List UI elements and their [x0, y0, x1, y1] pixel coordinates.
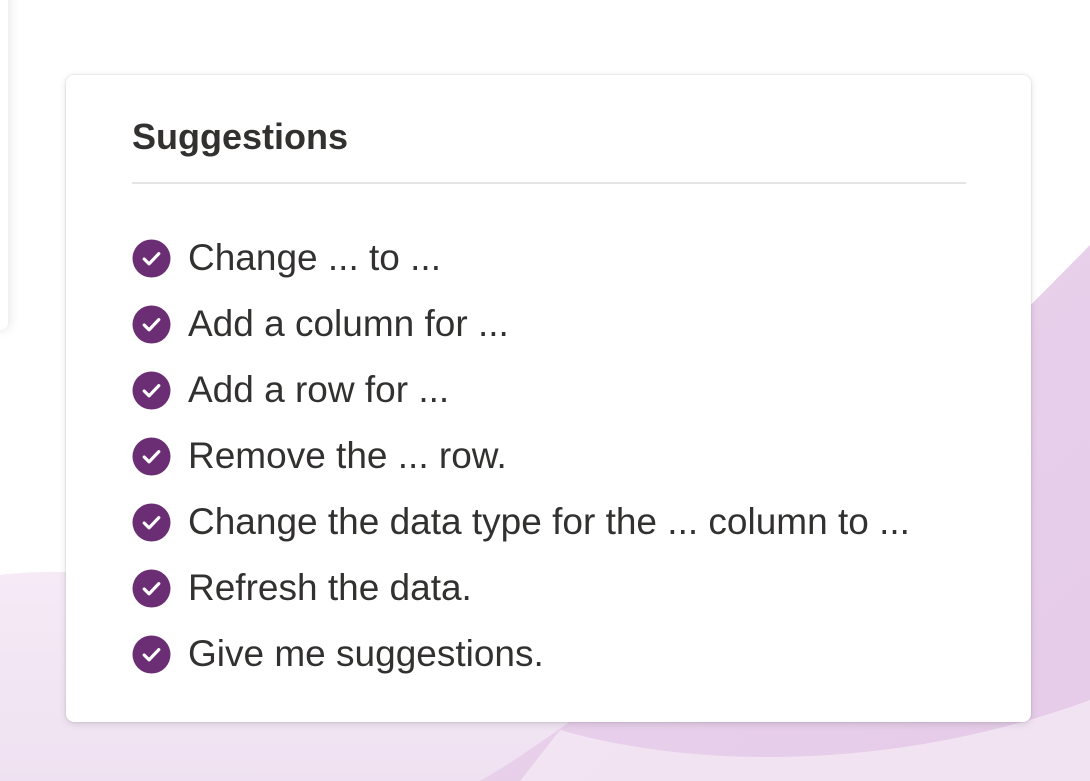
- check-circle-icon: [132, 238, 171, 278]
- suggestion-item[interactable]: Add a row for ...: [132, 357, 910, 423]
- suggestion-label: Add a column for ...: [188, 303, 509, 344]
- suggestion-item[interactable]: Add a column for ...: [132, 291, 910, 357]
- background-panel-edge: [0, 0, 8, 330]
- check-circle-icon: [132, 370, 171, 410]
- check-circle-icon: [132, 436, 171, 476]
- suggestion-item[interactable]: Refresh the data.: [132, 555, 910, 621]
- suggestion-item[interactable]: Remove the ... row.: [132, 423, 910, 489]
- suggestion-item[interactable]: Change ... to ...: [132, 225, 910, 291]
- suggestion-label: Add a row for ...: [188, 369, 450, 410]
- check-circle-icon: [132, 502, 171, 542]
- suggestion-label: Change ... to ...: [188, 237, 441, 278]
- suggestion-item[interactable]: Change the data type for the ... column …: [132, 489, 910, 555]
- suggestion-list: Change ... to ... Add a column for ... A…: [132, 225, 910, 687]
- suggestion-item[interactable]: Give me suggestions.: [132, 621, 910, 687]
- suggestions-card: Suggestions Change ... to ... Add a colu…: [66, 75, 1031, 722]
- check-circle-icon: [132, 304, 171, 344]
- divider: [132, 182, 966, 184]
- suggestion-label: Refresh the data.: [188, 567, 472, 608]
- suggestion-label: Remove the ... row.: [188, 435, 507, 476]
- check-circle-icon: [132, 634, 171, 674]
- suggestion-label: Give me suggestions.: [188, 633, 544, 674]
- check-circle-icon: [132, 568, 171, 608]
- card-title: Suggestions: [132, 116, 349, 157]
- suggestion-label: Change the data type for the ... column …: [188, 501, 910, 542]
